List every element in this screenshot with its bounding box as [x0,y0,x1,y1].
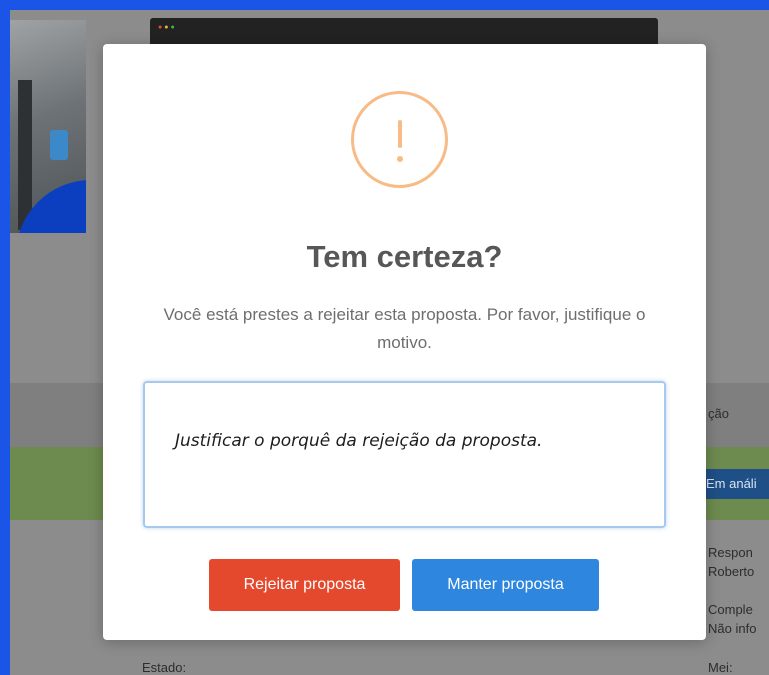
exclamation-circle-icon [351,91,448,188]
background-status-badge: Em análi [702,469,769,499]
background-column-header: ção [708,406,729,421]
background-footer-label: Mei: [708,660,733,675]
reject-proposal-button[interactable]: Rejeitar proposta [209,559,400,611]
background-photo [10,20,86,233]
background-detail-label: Respon [708,545,753,560]
background-detail-value: Não info [708,621,757,636]
confirm-dialog: Tem certeza? Você está prestes a rejeita… [103,44,706,640]
background-detail-label: Comple [708,602,753,617]
background-detail-value: Roberto [708,564,755,579]
dialog-title: Tem certeza? [306,239,503,274]
background-footer-label: Estado: [142,660,187,675]
keep-proposal-button[interactable]: Manter proposta [412,559,599,611]
reason-textarea[interactable]: Justificar o porquê da rejeição da propo… [143,381,666,528]
dialog-message: Você está prestes a rejeitar esta propos… [163,305,646,352]
